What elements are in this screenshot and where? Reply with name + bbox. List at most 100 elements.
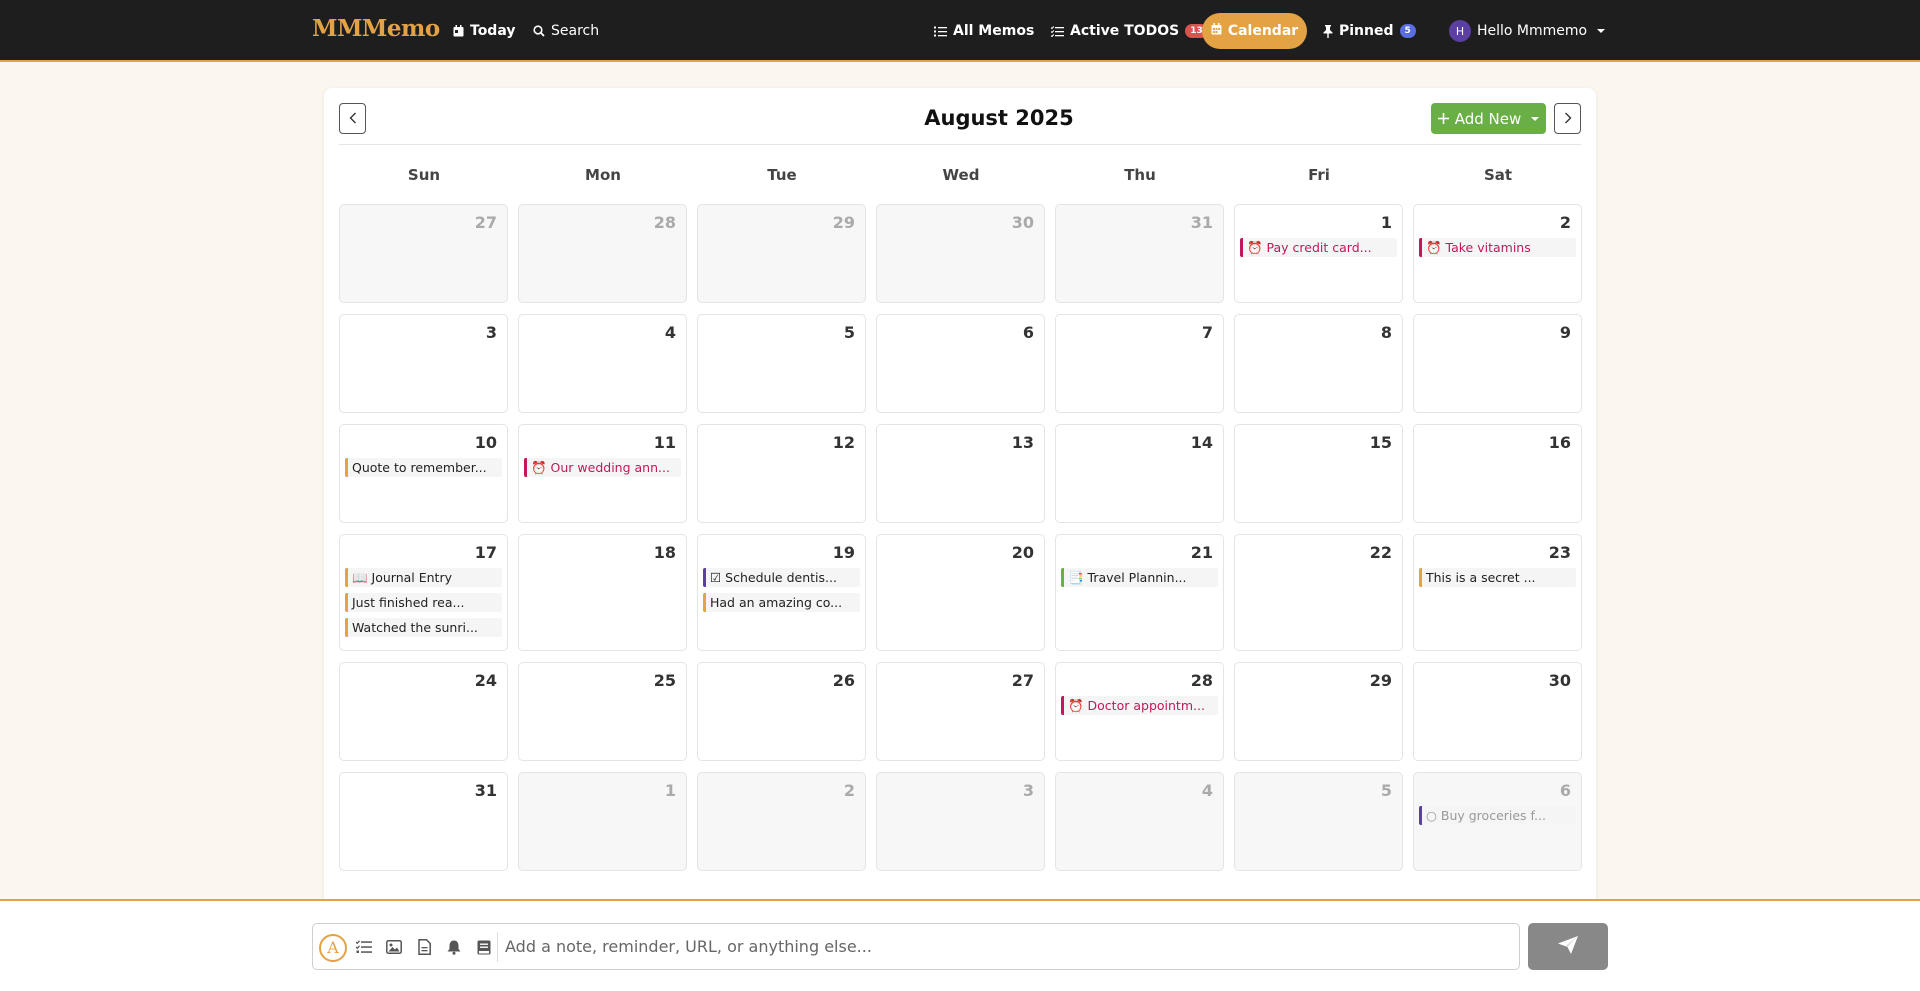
calendar-day-cell[interactable]: 29 xyxy=(697,204,866,303)
day-number: 29 xyxy=(832,213,855,232)
day-number: 18 xyxy=(653,543,676,562)
calendar-day-cell[interactable]: 31 xyxy=(1055,204,1224,303)
chevron-right-icon xyxy=(1564,109,1572,128)
nav-today-label: Today xyxy=(470,23,516,39)
calendar-day-cell[interactable]: 25 xyxy=(518,662,687,761)
calendar-day-cell[interactable]: 22 xyxy=(1234,534,1403,651)
day-number: 3 xyxy=(1022,781,1034,800)
calendar-day-cell[interactable]: 5 xyxy=(697,314,866,413)
day-number: 8 xyxy=(1380,323,1392,342)
nav-active-todos[interactable]: Active TODOS 13 xyxy=(1051,19,1208,43)
calendar-day-cell[interactable]: 3 xyxy=(876,772,1045,871)
calendar-day-cell[interactable]: 30 xyxy=(1413,662,1582,761)
calendar-day-cell[interactable]: 2 xyxy=(697,772,866,871)
calendar-day-cell[interactable]: 2 ⏰ Take vitamins xyxy=(1413,204,1582,303)
document-icon[interactable] xyxy=(415,938,433,956)
nav-pinned[interactable]: Pinned 5 xyxy=(1323,19,1416,43)
month-title: August 2025 xyxy=(924,106,1074,130)
calendar-event-reminder[interactable]: ⏰ Pay credit card... xyxy=(1240,238,1397,257)
calendar-event-reminder[interactable]: ⏰ Take vitamins xyxy=(1419,238,1576,257)
calendar-day-cell[interactable]: 28 ⏰ Doctor appointm... xyxy=(1055,662,1224,761)
calendar-day-cell[interactable]: 12 xyxy=(697,424,866,523)
calendar-day-cell[interactable]: 17 📖 Journal Entry Just finished rea... Wat… xyxy=(339,534,508,651)
calendar-day-cell[interactable]: 11 ⏰ Our wedding ann... xyxy=(518,424,687,523)
calendar-event-journal[interactable]: Just finished rea... xyxy=(345,593,502,612)
weekday-header-tue: Tue xyxy=(767,166,797,184)
bell-icon[interactable] xyxy=(445,938,463,956)
calendar-day-cell[interactable]: 31 xyxy=(339,772,508,871)
calendar-event-reminder[interactable]: ⏰ Doctor appointm... xyxy=(1061,696,1218,715)
calendar-day-cell[interactable]: 4 xyxy=(1055,772,1224,871)
journal-icon[interactable] xyxy=(475,938,493,956)
calendar-day-cell[interactable]: 19 ☑ Schedule dentis... Had an amazing co.… xyxy=(697,534,866,651)
day-number: 27 xyxy=(1011,671,1034,690)
calendar-day-cell[interactable]: 5 xyxy=(1234,772,1403,871)
day-number: 5 xyxy=(843,323,855,342)
calendar-event-todo[interactable]: ☑ Schedule dentis... xyxy=(703,568,860,587)
calendar-day-cell[interactable]: 10 Quote to remember... xyxy=(339,424,508,523)
image-icon[interactable] xyxy=(385,938,403,956)
calendar-day-cell[interactable]: 6 xyxy=(876,314,1045,413)
weekday-header-thu: Thu xyxy=(1124,166,1156,184)
nav-calendar[interactable]: Calendar xyxy=(1202,13,1307,49)
calendar-day-cell[interactable]: 9 xyxy=(1413,314,1582,413)
list-icon xyxy=(934,26,947,37)
calendar-day-cell[interactable]: 21 📑 Travel Plannin... xyxy=(1055,534,1224,651)
calendar-event-todo[interactable]: ○ Buy groceries f... xyxy=(1419,806,1576,825)
calendar-event-journal[interactable]: Quote to remember... xyxy=(345,458,502,477)
nav-today[interactable]: Today xyxy=(453,19,515,43)
note-input[interactable]: A Add a note, reminder, URL, or anything… xyxy=(312,923,1520,970)
checklist-tool-icon[interactable] xyxy=(355,938,373,956)
calendar-day-cell[interactable]: 23 This is a secret ... xyxy=(1413,534,1582,651)
nav-search[interactable]: Search xyxy=(533,19,599,43)
calendar-day-cell[interactable]: 27 xyxy=(339,204,508,303)
day-number: 13 xyxy=(1011,433,1034,452)
day-number: 30 xyxy=(1011,213,1034,232)
calendar-event-journal[interactable]: Had an amazing co... xyxy=(703,593,860,612)
text-format-icon[interactable]: A xyxy=(319,934,347,962)
day-number: 29 xyxy=(1369,671,1392,690)
calendar-day-cell[interactable]: 6 ○ Buy groceries f... xyxy=(1413,772,1582,871)
calendar-day-cell[interactable]: 18 xyxy=(518,534,687,651)
day-number: 9 xyxy=(1559,323,1571,342)
send-button[interactable] xyxy=(1528,923,1608,970)
calendar-day-cell[interactable]: 3 xyxy=(339,314,508,413)
calendar-day-cell[interactable]: 13 xyxy=(876,424,1045,523)
note-input-placeholder: Add a note, reminder, URL, or anything e… xyxy=(505,937,872,956)
calendar-day-cell[interactable]: 29 xyxy=(1234,662,1403,761)
day-number: 20 xyxy=(1011,543,1034,562)
day-number: 17 xyxy=(474,543,497,562)
send-icon xyxy=(1558,935,1578,958)
calendar-day-cell[interactable]: 15 xyxy=(1234,424,1403,523)
calendar-day-cell[interactable]: 4 xyxy=(518,314,687,413)
calendar-event-journal[interactable]: 📖 Journal Entry xyxy=(345,568,502,587)
calendar-event-journal[interactable]: Watched the sunri... xyxy=(345,618,502,637)
nav-all-memos[interactable]: All Memos xyxy=(934,19,1034,43)
calendar-event-journal[interactable]: This is a secret ... xyxy=(1419,568,1576,587)
calendar-day-cell[interactable]: 27 xyxy=(876,662,1045,761)
calendar-event-reminder[interactable]: ⏰ Our wedding ann... xyxy=(524,458,681,477)
calendar-day-cell[interactable]: 7 xyxy=(1055,314,1224,413)
add-new-label: Add New xyxy=(1454,109,1522,128)
add-new-button[interactable]: Add New xyxy=(1431,103,1546,134)
calendar-day-cell[interactable]: 20 xyxy=(876,534,1045,651)
calendar-day-cell[interactable]: 8 xyxy=(1234,314,1403,413)
calendar-event-doc[interactable]: 📑 Travel Plannin... xyxy=(1061,568,1218,587)
day-number: 21 xyxy=(1190,543,1213,562)
day-number: 28 xyxy=(653,213,676,232)
day-number: 23 xyxy=(1548,543,1571,562)
calendar-day-cell[interactable]: 26 xyxy=(697,662,866,761)
brand-logo[interactable]: MMMemo xyxy=(312,15,440,42)
calendar-day-cell[interactable]: 16 xyxy=(1413,424,1582,523)
pin-icon xyxy=(1323,24,1333,38)
composer-bar: A Add a note, reminder, URL, or anything… xyxy=(0,899,1920,991)
next-month-button[interactable] xyxy=(1554,103,1581,134)
calendar-day-cell[interactable]: 24 xyxy=(339,662,508,761)
calendar-day-icon xyxy=(453,25,464,37)
calendar-day-cell[interactable]: 28 xyxy=(518,204,687,303)
calendar-day-cell[interactable]: 1 xyxy=(518,772,687,871)
calendar-day-cell[interactable]: 14 xyxy=(1055,424,1224,523)
calendar-day-cell[interactable]: 1 ⏰ Pay credit card... xyxy=(1234,204,1403,303)
calendar-day-cell[interactable]: 30 xyxy=(876,204,1045,303)
user-menu[interactable]: H Hello Mmmemo xyxy=(1449,19,1606,43)
